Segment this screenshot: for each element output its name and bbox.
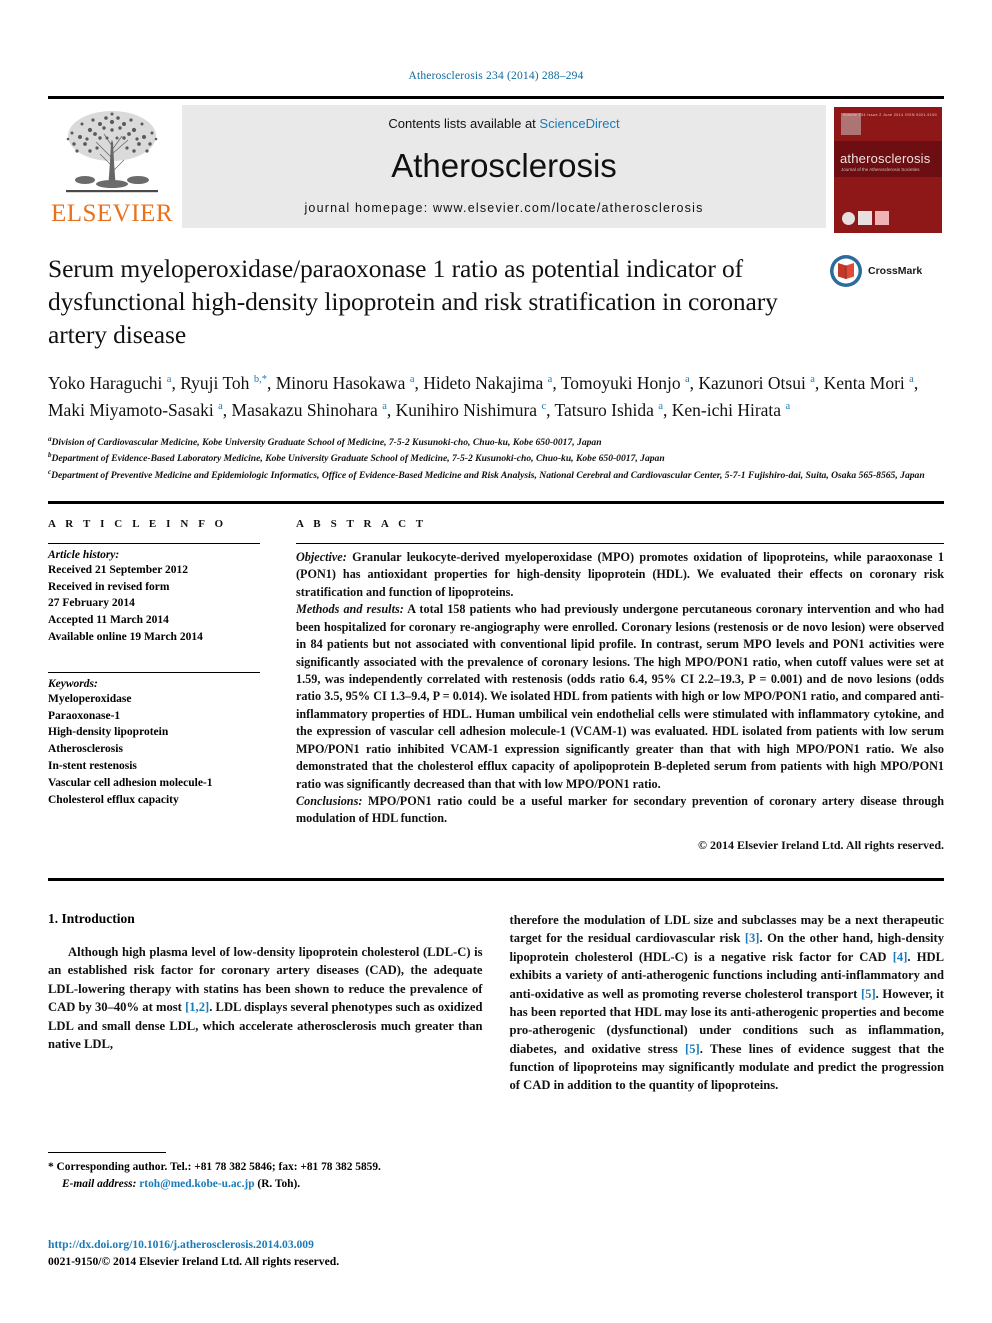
introduction-heading: 1. Introduction (48, 911, 135, 927)
keywords-block: Keywords: Myeloperoxidase Paraoxonase-1 … (48, 671, 260, 808)
citation-ref-4[interactable]: [4] (893, 950, 908, 964)
article-info-heading: A R T I C L E I N F O (48, 517, 227, 530)
history-item: Accepted 11 March 2014 (48, 614, 169, 627)
info-abstract-section: A R T I C L E I N F O Article history: R… (48, 500, 944, 854)
abstract-methods-text: A total 158 patients who had previously … (296, 602, 945, 791)
abstract-body: Objective: Granular leukocyte-derived my… (296, 549, 944, 854)
introduction-right-text: therefore the modulation of LDL size and… (510, 911, 945, 1095)
elsevier-logo: ELSEVIER (48, 105, 176, 228)
intro-paragraph-left: Although high plasma level of low-densit… (48, 943, 483, 1053)
page-title: Serum myeloperoxidase/paraoxonase 1 rati… (48, 254, 778, 350)
article-info-rule (48, 542, 260, 544)
cover-badge-row (842, 211, 889, 225)
cover-journal-title: atherosclerosis (840, 151, 931, 166)
abstract-conclusions: Conclusions: MPO/PON1 ratio could be a u… (296, 793, 944, 828)
keywords-list: Myeloperoxidase Paraoxonase-1 High-densi… (48, 691, 260, 808)
article-history-list: Received 21 September 2012 Received in r… (48, 562, 260, 646)
cover-issue-line: Volume 234 Issue 2 June 2014 ISSN 0021-9… (842, 113, 937, 117)
body-separator-rule (48, 878, 944, 882)
abstract-methods: Methods and results: A total 158 patient… (296, 601, 944, 793)
keyword-item: Cholesterol efflux capacity (48, 793, 179, 806)
title-area: Serum myeloperoxidase/paraoxonase 1 rati… (48, 252, 944, 351)
citation-ref-1-2[interactable]: [1,2] (185, 1000, 209, 1014)
footnote-line-2: E-mail address: rtoh@med.kobe-u.ac.jp (R… (48, 1176, 468, 1193)
contents-banner: Contents lists available at ScienceDirec… (182, 105, 826, 228)
history-item: Received 21 September 2012 (48, 563, 188, 576)
footnote-line-1: * Corresponding author. Tel.: +81 78 382… (48, 1159, 468, 1176)
cover-seal-icon (842, 211, 855, 225)
affiliation-a: aDivision of Cardiovascular Medicine, Ko… (48, 434, 944, 451)
abstract-objective-text: Granular leukocyte-derived myeloperoxida… (296, 549, 944, 599)
author-list: Yoko Haraguchi a, Ryuji Toh b,*, Minoru … (48, 373, 919, 421)
affiliation-text-b: Department of Evidence-Based Laboratory … (51, 453, 665, 465)
affiliation-c: cDepartment of Preventive Medicine and E… (48, 467, 944, 484)
abstract-heading: A B S T R A C T (296, 517, 427, 530)
introduction-left-text: Although high plasma level of low-densit… (48, 943, 483, 1053)
history-item: Available online 19 March 2014 (48, 631, 203, 644)
crossmark-label: CrossMark (868, 265, 923, 277)
abstract-conclusions-label: Conclusions: (296, 794, 363, 809)
cover-logo-secondary-icon (875, 211, 889, 225)
elsevier-wordmark: ELSEVIER (50, 200, 174, 227)
affiliation-b: bDepartment of Evidence-Based Laboratory… (48, 450, 944, 467)
intro-paragraph-right: therefore the modulation of LDL size and… (510, 911, 945, 1095)
keyword-item: In-stent restenosis (48, 759, 137, 772)
email-address-link[interactable]: rtoh@med.kobe-u.ac.jp (139, 1178, 254, 1190)
keywords-label: Keywords: (48, 677, 98, 690)
contents-prefix-text: Contents lists available at (388, 116, 540, 131)
keyword-item: High-density lipoprotein (48, 726, 169, 739)
cover-image: Volume 234 Issue 2 June 2014 ISSN 0021-9… (834, 107, 942, 233)
abstract-column: A B S T R A C T Objective: Granular leuk… (284, 518, 944, 854)
abstract-rule (296, 542, 944, 544)
contents-available-line: Contents lists available at ScienceDirec… (388, 116, 619, 131)
issn-copyright-line: 0021-9150/© 2014 Elsevier Ireland Ltd. A… (48, 1255, 340, 1269)
email-attribution: (R. Toh). (254, 1177, 301, 1190)
journal-homepage-link[interactable]: journal homepage: www.elsevier.com/locat… (304, 201, 703, 215)
citation-ref-5b[interactable]: [5] (685, 1042, 700, 1056)
citation-ref-3[interactable]: [3] (745, 931, 760, 945)
history-item: 27 February 2014 (48, 597, 135, 610)
paper-page: Atherosclerosis 234 (2014) 288–294 ELSEV… (0, 0, 992, 1323)
affiliation-text-a: Division of Cardiovascular Medicine, Kob… (51, 436, 602, 448)
keywords-rule (48, 671, 260, 673)
abstract-conclusions-text: MPO/PON1 ratio could be a useful marker … (296, 794, 944, 826)
article-info-column: A R T I C L E I N F O Article history: R… (48, 518, 284, 854)
abstract-methods-label: Methods and results: (296, 602, 404, 617)
cover-logo-icon (858, 211, 872, 225)
cover-journal-subtitle: Journal of the Atherosclerosis Societies (841, 167, 920, 172)
footnote-corresponding-text: Corresponding author. Tel.: +81 78 382 5… (53, 1161, 381, 1173)
elsevier-tree-icon (66, 111, 158, 193)
citation-ref-5a[interactable]: [5] (861, 987, 876, 1001)
corresponding-author-footnote: * Corresponding author. Tel.: +81 78 382… (48, 1152, 468, 1192)
running-head: Atherosclerosis 234 (2014) 288–294 (408, 70, 584, 82)
history-item: Received in revised form (48, 580, 170, 593)
body-column-right: therefore the modulation of LDL size and… (510, 911, 945, 1095)
body-columns: 1. Introduction Although high plasma lev… (48, 911, 944, 1095)
article-history-label: Article history: (48, 548, 120, 561)
keyword-item: Atherosclerosis (48, 743, 123, 756)
keyword-item: Myeloperoxidase (48, 692, 132, 705)
email-address-label: E-mail address: (62, 1177, 137, 1190)
sciencedirect-link[interactable]: ScienceDirect (539, 116, 619, 131)
doi-footer: http://dx.doi.org/10.1016/j.atherosclero… (48, 1236, 508, 1271)
abstract-copyright: © 2014 Elsevier Ireland Ltd. All rights … (698, 837, 944, 852)
abstract-objective-label: Objective: (296, 549, 347, 564)
journal-title: Atherosclerosis (391, 147, 617, 184)
affiliation-list: aDivision of Cardiovascular Medicine, Ko… (48, 434, 944, 484)
crossmark-icon (830, 255, 862, 287)
journal-cover-thumbnail: Volume 234 Issue 2 June 2014 ISSN 0021-9… (832, 105, 944, 233)
keyword-item: Vascular cell adhesion molecule-1 (48, 776, 213, 789)
body-column-left: 1. Introduction Although high plasma lev… (48, 911, 483, 1095)
abstract-objective: Objective: Granular leukocyte-derived my… (296, 549, 944, 601)
crossmark-badge[interactable]: CrossMark (829, 252, 944, 288)
footnote-rule (48, 1152, 166, 1153)
journal-masthead: ELSEVIER Contents lists available at Sci… (48, 96, 944, 233)
affiliation-text-c: Department of Preventive Medicine and Ep… (51, 470, 925, 482)
doi-link[interactable]: http://dx.doi.org/10.1016/j.atherosclero… (48, 1236, 508, 1253)
keyword-item: Paraoxonase-1 (48, 709, 121, 722)
